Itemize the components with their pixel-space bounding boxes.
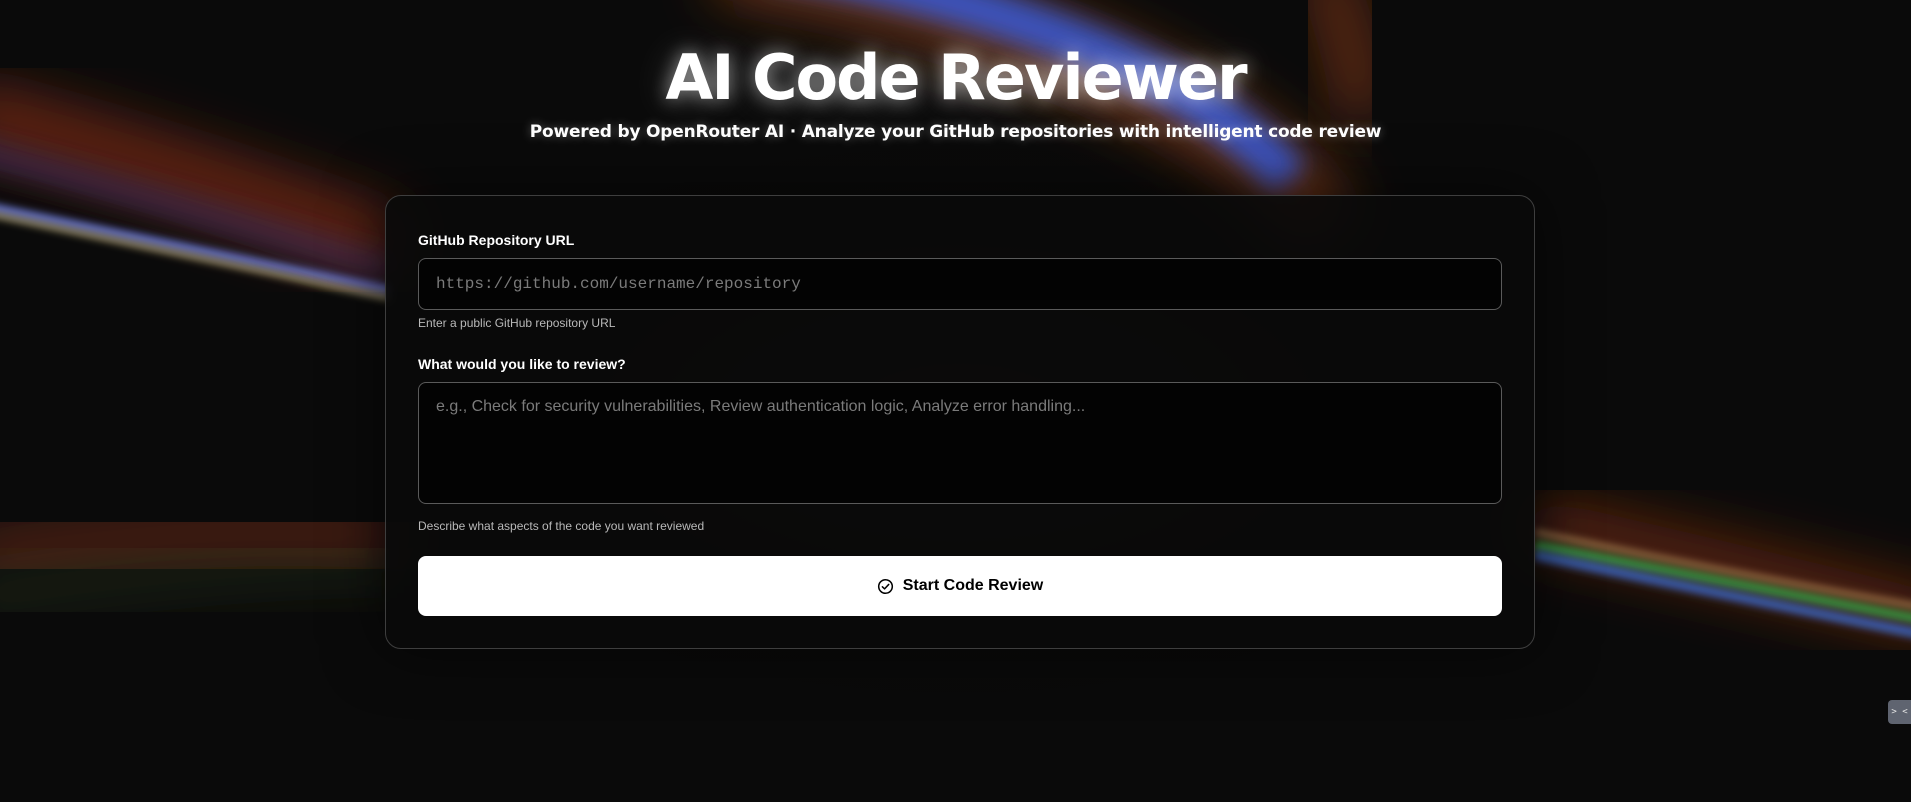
repo-url-label: GitHub Repository URL [418,232,575,248]
review-request-label: What would you like to review? [418,356,626,372]
page: AI Code Reviewer Powered by OpenRouter A… [0,0,1911,802]
terminal-icon: > < [1891,707,1908,717]
page-subtitle: Powered by OpenRouter AI · Analyze your … [529,122,1382,142]
page-title: AI Code Reviewer [665,41,1247,114]
review-request-hint: Describe what aspects of the code you wa… [418,519,705,533]
review-request-textarea[interactable] [418,382,1502,504]
repo-url-input[interactable] [418,258,1502,310]
start-code-review-button[interactable]: Start Code Review [418,556,1502,616]
page-header: AI Code Reviewer Powered by OpenRouter A… [0,40,1911,142]
start-code-review-label: Start Code Review [902,577,1044,594]
check-circle-icon [877,578,894,595]
terminal-toggle-button[interactable]: > < [1888,700,1911,724]
code-review-form: GitHub Repository URL Enter a public Git… [385,195,1535,649]
repo-url-hint: Enter a public GitHub repository URL [418,316,616,330]
